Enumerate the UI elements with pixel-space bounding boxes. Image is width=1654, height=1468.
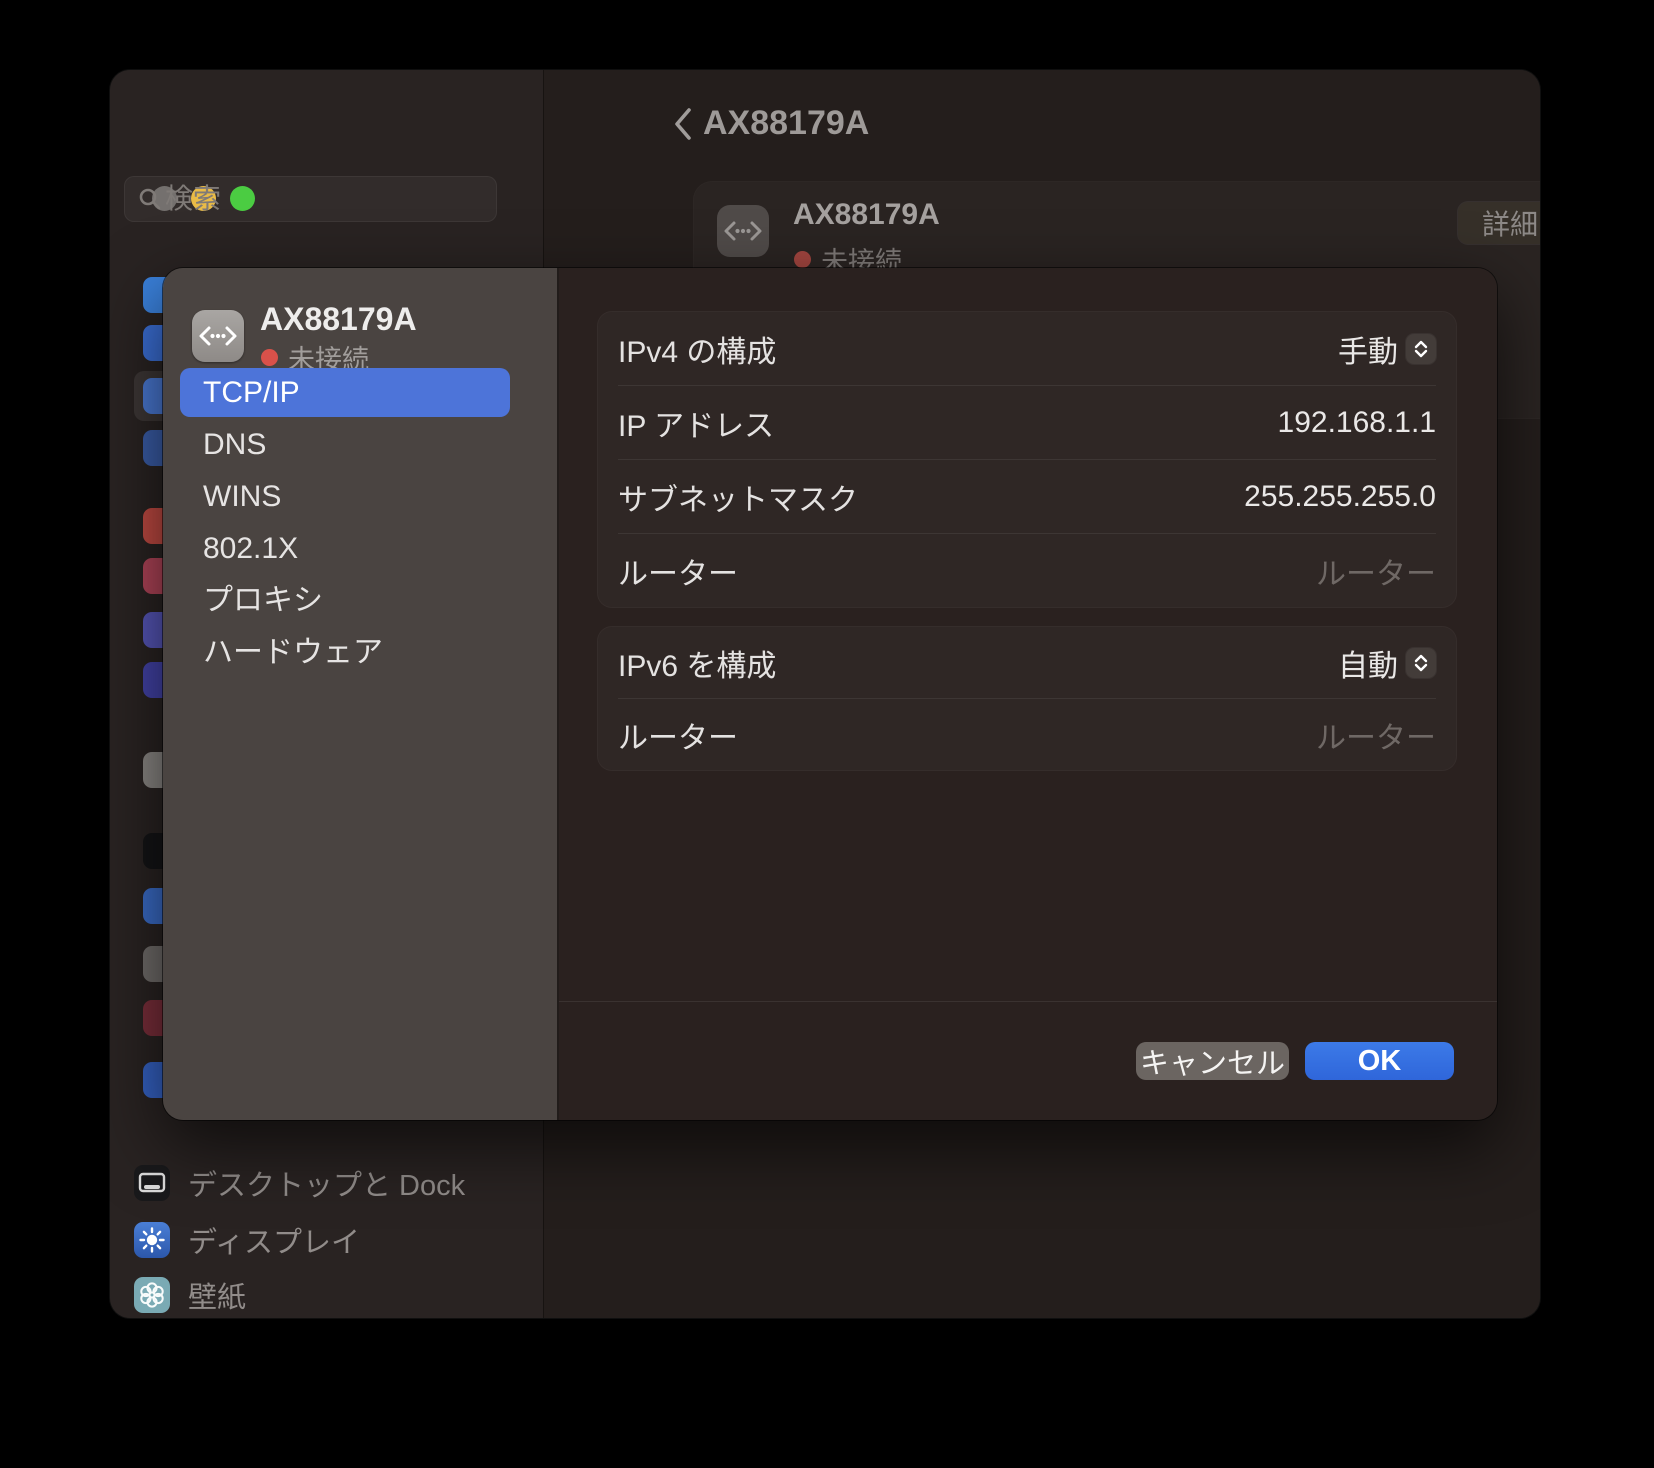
wallpaper-flower-icon [134, 1277, 170, 1313]
ipv4-group: IPv4 の構成 手動 IP アドレス 192.168.1.1 サブネットマスク… [598, 312, 1456, 607]
sidebar-search-field[interactable] [124, 176, 497, 222]
cancel-button[interactable]: キャンセル [1136, 1042, 1289, 1080]
ipv6-config-popup-stepper[interactable] [1406, 648, 1436, 678]
desktop-dock-icon [134, 1165, 170, 1201]
tab-tcpip[interactable]: TCP/IP [180, 368, 510, 417]
ipv4-config-popup-stepper[interactable] [1406, 334, 1436, 364]
row-label: IP アドレス [618, 401, 774, 445]
sheet-nav: TCP/IP DNS WINS 802.1X プロキシ ハードウェア [180, 368, 510, 680]
row-label: IPv4 の構成 [618, 327, 776, 371]
details-button[interactable]: 詳細… [1458, 202, 1540, 244]
status-dot [794, 251, 811, 268]
subnet-mask-field[interactable]: 255.255.255.0 [1244, 480, 1436, 514]
row-label: ルーター [618, 713, 738, 757]
sheet-sidebar: AX88179A 未接続 TCP/IP DNS WINS 802.1X プロキシ… [163, 268, 559, 1120]
row-label: ルーター [618, 549, 738, 593]
tab-dns[interactable]: DNS [180, 420, 510, 469]
ipv4-router-row: ルーター ルーター [618, 534, 1436, 607]
search-icon [137, 186, 163, 212]
ethernet-adapter-icon [192, 310, 244, 362]
page-title: AX88179A [703, 104, 869, 143]
ip-address-row: IP アドレス 192.168.1.1 [618, 386, 1436, 460]
sidebar-item-wallpaper[interactable]: 壁紙 [134, 1271, 534, 1318]
sidebar-item-desktop-dock[interactable]: デスクトップと Dock [134, 1159, 534, 1207]
subnet-mask-row: サブネットマスク 255.255.255.0 [618, 460, 1436, 534]
ipv6-router-row: ルーター ルーター [618, 699, 1436, 770]
tab-wins[interactable]: WINS [180, 472, 510, 521]
tab-proxy[interactable]: プロキシ [180, 576, 510, 625]
sidebar-item-label: デスクトップと Dock [188, 1162, 465, 1204]
ipv4-config-value: 手動 [1338, 327, 1398, 371]
status-dot [261, 349, 278, 366]
ipv4-router-field[interactable]: ルーター [1316, 549, 1436, 593]
ethernet-adapter-icon [717, 205, 769, 257]
ipv6-group: IPv6 を構成 自動 ルーター ルーター [598, 627, 1456, 770]
ipv6-router-field[interactable]: ルーター [1316, 713, 1436, 757]
sheet-content: IPv4 の構成 手動 IP アドレス 192.168.1.1 サブネットマスク… [559, 268, 1497, 1120]
ok-button[interactable]: OK [1305, 1042, 1454, 1080]
tcpip-config-sheet: AX88179A 未接続 TCP/IP DNS WINS 802.1X プロキシ… [163, 268, 1497, 1120]
ipv4-config-row: IPv4 の構成 手動 [618, 312, 1436, 386]
sidebar-item-label: 壁紙 [188, 1274, 246, 1316]
back-button[interactable] [665, 102, 701, 146]
search-input[interactable] [163, 182, 528, 216]
sidebar-item-label: ディスプレイ [188, 1219, 360, 1261]
display-brightness-icon [134, 1222, 170, 1258]
footer-divider [559, 1001, 1497, 1002]
tab-8021x[interactable]: 802.1X [180, 524, 510, 573]
adapter-name: AX88179A [793, 198, 940, 232]
ip-address-field[interactable]: 192.168.1.1 [1278, 406, 1436, 440]
tab-hardware[interactable]: ハードウェア [180, 628, 510, 677]
row-label: サブネットマスク [618, 475, 858, 519]
row-label: IPv6 を構成 [618, 641, 776, 685]
sheet-adapter-name: AX88179A [260, 301, 417, 338]
ipv6-config-value: 自動 [1338, 641, 1398, 685]
sidebar-item-displays[interactable]: ディスプレイ [134, 1216, 534, 1264]
ipv6-config-row: IPv6 を構成 自動 [618, 627, 1436, 699]
